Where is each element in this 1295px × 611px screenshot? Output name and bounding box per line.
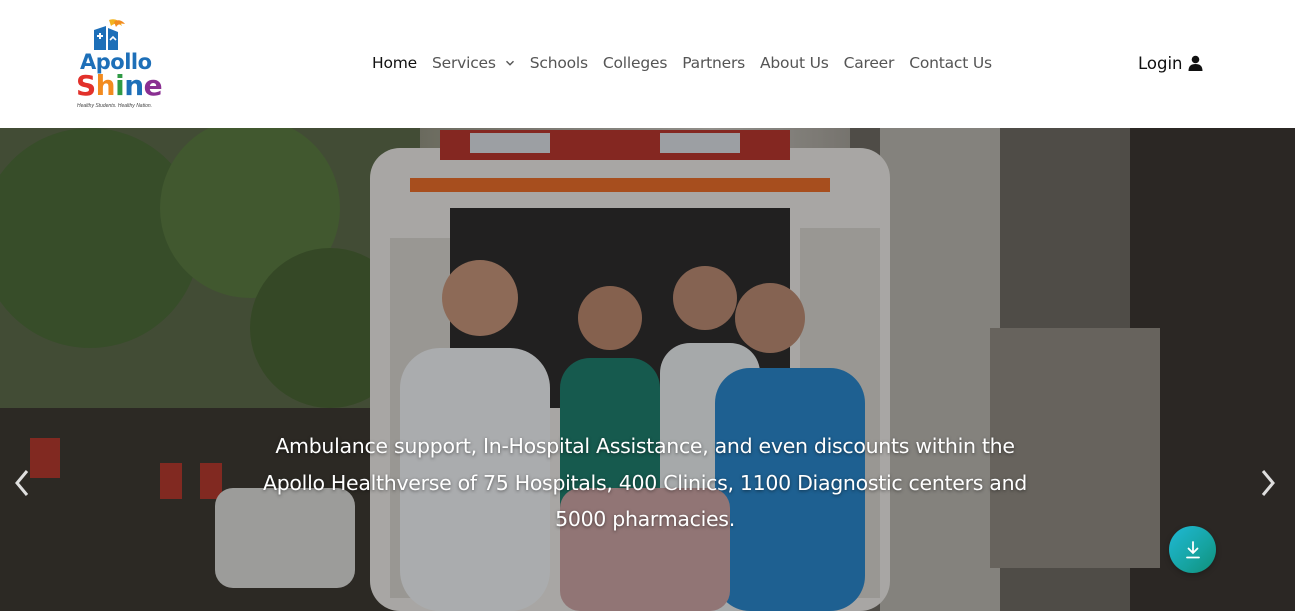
scroll-down-button[interactable] — [1169, 526, 1216, 573]
hero-caption-line: Apollo Healthverse of 75 Hospitals, 400 … — [263, 470, 1027, 495]
hero-slider: Ambulance support, In-Hospital Assistanc… — [0, 128, 1295, 611]
site-header: Apollo Shine Healthy Students. Healthy N… — [0, 0, 1295, 128]
nav-item-about-us[interactable]: About Us — [760, 54, 829, 72]
slider-next-button[interactable] — [1257, 466, 1279, 500]
login-label: Login — [1138, 53, 1183, 73]
logo-tagline: Healthy Students. Healthy Nation. — [77, 103, 153, 109]
nav-item-services[interactable]: Services — [432, 54, 515, 72]
hero-caption-line: Ambulance support, In-Hospital Assistanc… — [275, 434, 1015, 458]
nav-item-colleges[interactable]: Colleges — [603, 54, 668, 72]
apollo-shine-logo[interactable]: Apollo Shine Healthy Students. Healthy N… — [74, 16, 164, 112]
chevron-left-icon — [15, 470, 29, 496]
nav-item-schools[interactable]: Schools — [530, 54, 588, 72]
hero-caption: Ambulance support, In-Hospital Assistanc… — [254, 428, 1036, 538]
nav-item-contact-us[interactable]: Contact Us — [909, 54, 992, 72]
nav-item-services-label: Services — [431, 54, 496, 72]
chevron-down-icon — [505, 60, 514, 66]
user-icon — [1188, 55, 1203, 71]
hero-caption-line: 5000 pharmacies. — [555, 507, 735, 531]
logo-text-shine: Shine — [76, 69, 163, 102]
nav-item-career[interactable]: Career — [844, 54, 895, 72]
logo-mark-icon — [94, 19, 125, 50]
nav-item-home[interactable]: Home — [372, 54, 417, 72]
download-arrow-icon — [1185, 540, 1200, 558]
main-nav: Home Services Schools Colleges Partners … — [372, 52, 992, 74]
hero-overlay — [0, 128, 1295, 611]
nav-item-partners[interactable]: Partners — [682, 54, 745, 72]
chevron-right-icon — [1261, 470, 1275, 496]
login-button[interactable]: Login — [1138, 52, 1203, 74]
slider-prev-button[interactable] — [11, 466, 33, 500]
